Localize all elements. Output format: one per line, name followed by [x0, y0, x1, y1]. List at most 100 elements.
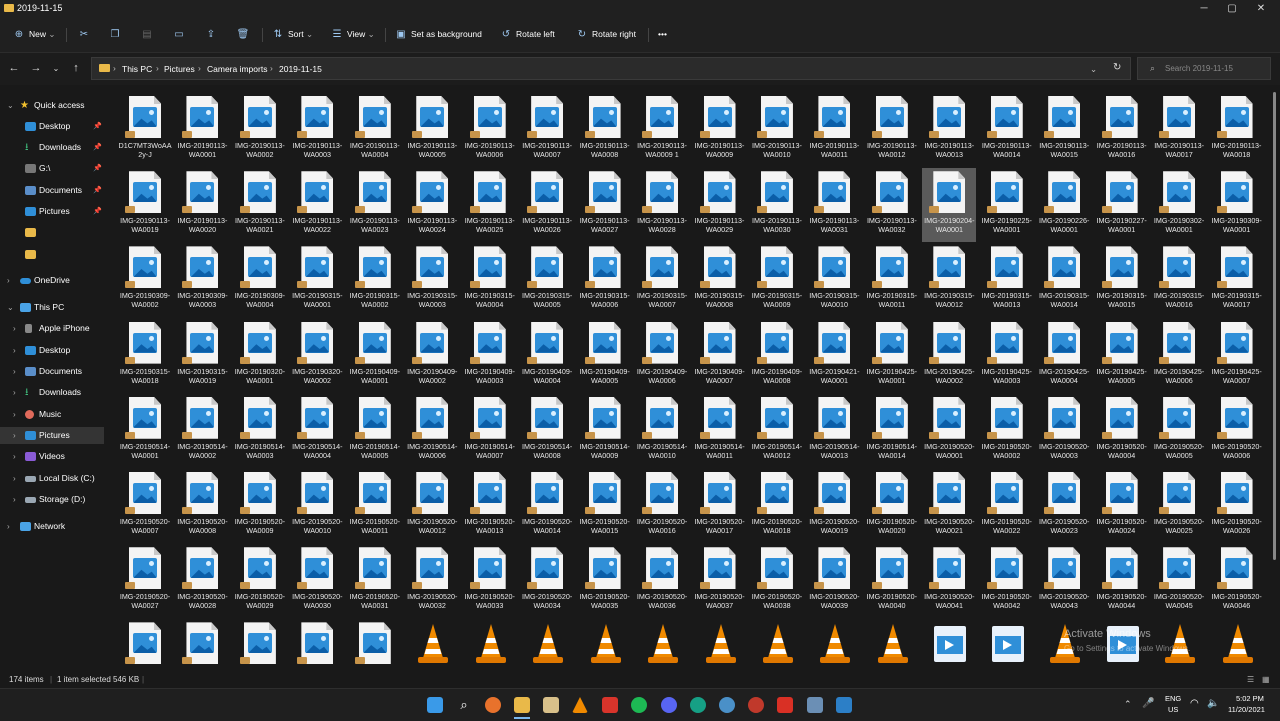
input-language[interactable]: ENG [1165, 694, 1181, 703]
wifi-icon[interactable]: ◠ [1190, 698, 1199, 709]
file-item[interactable]: IMG-20190520-WA0008 [175, 469, 229, 543]
file-item[interactable]: IMG-20190409-WA0002 [405, 319, 459, 393]
file-item[interactable]: IMG-20190520-WA0030 [290, 544, 344, 618]
file-item[interactable]: IMG-20190520-WA0025 [1152, 469, 1206, 543]
search-icon[interactable]: ⌕ [456, 697, 472, 713]
file-item[interactable]: IMG-20190409-WA0007 [693, 319, 747, 393]
file-item[interactable]: IMG-20190315-WA0017 [1210, 243, 1264, 317]
file-item[interactable]: IMG-20190113-WA0007 [520, 93, 574, 167]
file-item[interactable]: IMG-20190113-WA0019 [118, 168, 172, 242]
file-item[interactable]: IMG-20190520-WA0042 [980, 544, 1034, 618]
file-item[interactable]: IMG-20190514-WA0008 [520, 394, 574, 468]
file-item[interactable]: IMG-20190113-WA0020 [175, 168, 229, 242]
file-item[interactable]: IMG-20190514-WA0007 [463, 394, 517, 468]
file-item[interactable]: IMG-20190425-WA0002 [922, 319, 976, 393]
file-item[interactable]: IMG-20190113-WA0003 [290, 93, 344, 167]
file-item[interactable] [578, 619, 632, 672]
file-item[interactable]: IMG-20190113-WA0024 [405, 168, 459, 242]
file-item[interactable]: IMG-20190113-WA0011 [807, 93, 861, 167]
file-item[interactable]: IMG-20190520-WA0003 [1037, 394, 1091, 468]
file-item[interactable]: IMG-20190520-WA0023 [1037, 469, 1091, 543]
file-item[interactable]: IMG-20190409-WA0008 [750, 319, 804, 393]
file-item[interactable]: IMG-20190409-WA0003 [463, 319, 517, 393]
file-item[interactable]: IMG-20190409-WA0005 [578, 319, 632, 393]
file-item[interactable] [290, 619, 344, 672]
file-item[interactable]: IMG-20190520-WA0039 [807, 544, 861, 618]
file-item[interactable]: IMG-20190520-WA0045 [1152, 544, 1206, 618]
file-item[interactable] [980, 619, 1034, 672]
app-icon[interactable] [807, 697, 823, 713]
file-item[interactable] [463, 619, 517, 672]
file-item[interactable]: IMG-20190113-WA0012 [865, 93, 919, 167]
file-item[interactable] [922, 619, 976, 672]
file-item[interactable]: IMG-20190113-WA0010 [750, 93, 804, 167]
file-item[interactable]: IMG-20190113-WA0029 [693, 168, 747, 242]
file-item[interactable]: IMG-20190520-WA0038 [750, 544, 804, 618]
file-item[interactable]: IMG-20190315-WA0002 [348, 243, 402, 317]
file-item[interactable]: IMG-20190315-WA0014 [1037, 243, 1091, 317]
file-item[interactable]: IMG-20190520-WA0046 [1210, 544, 1264, 618]
file-item[interactable]: IMG-20190520-WA0036 [635, 544, 689, 618]
file-item[interactable]: IMG-20190409-WA0001 [348, 319, 402, 393]
file-item[interactable]: IMG-20190113-WA0028 [635, 168, 689, 242]
file-item[interactable]: IMG-20190520-WA0015 [578, 469, 632, 543]
photos-icon[interactable] [543, 697, 559, 713]
file-item[interactable]: IMG-20190309-WA0003 [175, 243, 229, 317]
file-item[interactable]: IMG-20190425-WA0001 [865, 319, 919, 393]
file-item[interactable]: D1C7MT3WoAA2y-J [118, 93, 172, 167]
file-item[interactable]: IMG-20190113-WA0002 [233, 93, 287, 167]
file-item[interactable]: IMG-20190520-WA0010 [290, 469, 344, 543]
file-item[interactable]: IMG-20190113-WA0004 [348, 93, 402, 167]
file-item[interactable]: IMG-20190113-WA0001 [175, 93, 229, 167]
app-icon[interactable] [836, 697, 852, 713]
vertical-scrollbar[interactable] [1273, 92, 1276, 560]
file-item[interactable]: IMG-20190520-WA0040 [865, 544, 919, 618]
file-item[interactable]: IMG-20190315-WA0003 [405, 243, 459, 317]
details-view-icon[interactable]: ☰ [1247, 675, 1254, 684]
file-item[interactable]: IMG-20190113-WA0009 [693, 93, 747, 167]
file-item[interactable]: IMG-20190520-WA0026 [1210, 469, 1264, 543]
file-item[interactable]: IMG-20190113-WA0032 [865, 168, 919, 242]
file-item[interactable]: IMG-20190520-WA0017 [693, 469, 747, 543]
file-item[interactable]: IMG-20190425-WA0003 [980, 319, 1034, 393]
file-item[interactable]: IMG-20190315-WA0008 [693, 243, 747, 317]
file-item[interactable]: IMG-20190113-WA0023 [348, 168, 402, 242]
file-item[interactable]: IMG-20190113-WA0025 [463, 168, 517, 242]
file-item[interactable]: IMG-20190225-WA0001 [980, 168, 1034, 242]
file-item[interactable]: IMG-20190520-WA0027 [118, 544, 172, 618]
file-item[interactable]: IMG-20190520-WA0016 [635, 469, 689, 543]
file-item[interactable]: IMG-20190425-WA0007 [1210, 319, 1264, 393]
file-item[interactable]: IMG-20190520-WA0035 [578, 544, 632, 618]
file-item[interactable] [118, 619, 172, 672]
chevron-up-icon[interactable]: ⌃ [1124, 699, 1132, 710]
file-item[interactable]: IMG-20190113-WA0027 [578, 168, 632, 242]
file-item[interactable]: IMG-20190425-WA0005 [1095, 319, 1149, 393]
file-item[interactable]: IMG-20190514-WA0006 [405, 394, 459, 468]
file-item[interactable]: IMG-20190520-WA0011 [348, 469, 402, 543]
file-item[interactable]: IMG-20190520-WA0031 [348, 544, 402, 618]
vlc-icon[interactable] [572, 697, 588, 713]
file-item[interactable]: IMG-20190520-WA0028 [175, 544, 229, 618]
file-item[interactable]: IMG-20190315-WA0001 [290, 243, 344, 317]
file-item[interactable]: IMG-20190309-WA0002 [118, 243, 172, 317]
file-item[interactable]: IMG-20190520-WA0043 [1037, 544, 1091, 618]
file-item[interactable]: IMG-20190113-WA0018 [1210, 93, 1264, 167]
file-item[interactable]: IMG-20190113-WA0014 [980, 93, 1034, 167]
spotify-icon[interactable] [631, 697, 647, 713]
volume-icon[interactable]: 🔈 [1207, 698, 1219, 709]
file-item[interactable]: IMG-20190520-WA0032 [405, 544, 459, 618]
file-item[interactable]: IMG-20190409-WA0006 [635, 319, 689, 393]
file-item[interactable]: IMG-20190113-WA0030 [750, 168, 804, 242]
file-item[interactable]: IMG-20190315-WA0006 [578, 243, 632, 317]
file-item[interactable]: IMG-20190113-WA0006 [463, 93, 517, 167]
file-item[interactable]: IMG-20190520-WA0013 [463, 469, 517, 543]
file-item[interactable]: IMG-20190113-WA0016 [1095, 93, 1149, 167]
file-item[interactable]: IMG-20190514-WA0010 [635, 394, 689, 468]
file-item[interactable]: IMG-20190320-WA0001 [233, 319, 287, 393]
file-item[interactable]: IMG-20190520-WA0019 [807, 469, 861, 543]
file-item[interactable]: IMG-20190227-WA0001 [1095, 168, 1149, 242]
file-item[interactable]: IMG-20190315-WA0007 [635, 243, 689, 317]
file-item[interactable]: IMG-20190315-WA0018 [118, 319, 172, 393]
file-item[interactable]: IMG-20190520-WA0007 [118, 469, 172, 543]
file-item[interactable]: IMG-20190520-WA0034 [520, 544, 574, 618]
